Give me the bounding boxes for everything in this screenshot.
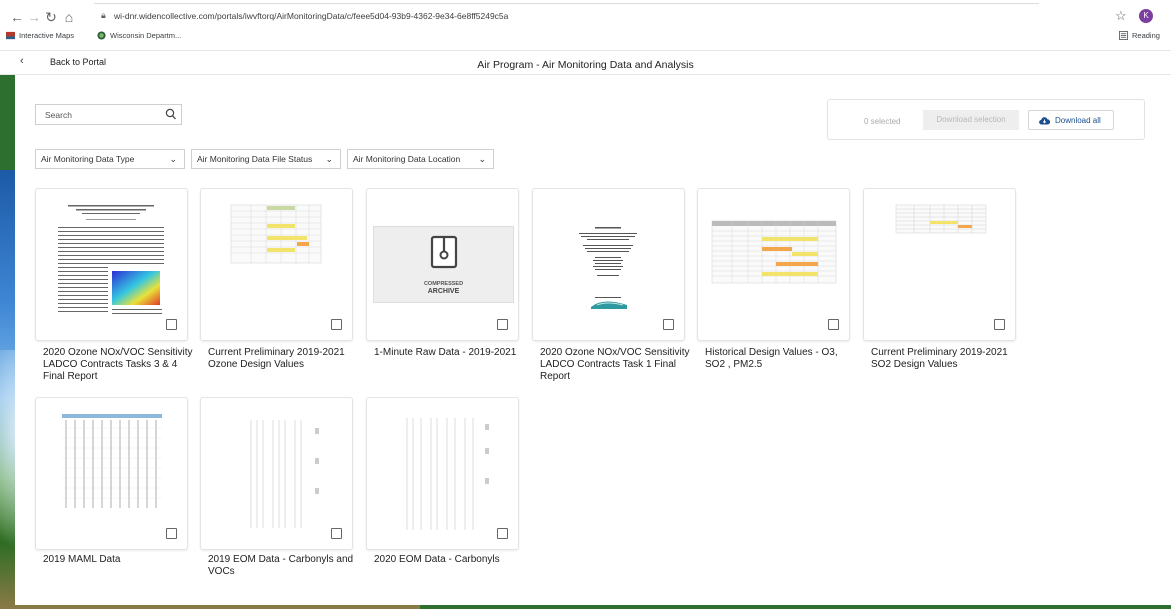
profile-avatar[interactable]: K <box>1139 9 1153 23</box>
spreadsheet-thumbnail <box>708 199 839 327</box>
asset-card[interactable]: COMPRESSED ARCHIVE <box>366 188 519 341</box>
filter-data-type[interactable]: Air Monitoring Data Type ⌄ <box>35 149 185 169</box>
bookmark-star-icon[interactable]: ☆ <box>1115 8 1127 24</box>
filter-label: Air Monitoring Data File Status <box>197 154 313 164</box>
bookmarks-bar: Interactive Maps Wisconsin Departm... Re… <box>0 31 1171 45</box>
asset-title[interactable]: 2019 EOM Data - Carbonyls and VOCs <box>208 554 363 578</box>
portal-content: 0 selected Download selection Download a… <box>15 75 1171 605</box>
lock-icon[interactable]: 🔒︎ <box>101 10 106 21</box>
select-checkbox[interactable] <box>166 528 177 539</box>
asset-title[interactable]: Historical Design Values - O3, SO2 , PM2… <box>705 347 860 371</box>
home-icon[interactable]: ⌂ <box>61 8 77 26</box>
select-checkbox[interactable] <box>497 528 508 539</box>
url-text[interactable]: wi-dnr.widencollective.com/portals/iwvft… <box>114 11 508 21</box>
select-checkbox[interactable] <box>994 319 1005 330</box>
reading-list-label: Reading <box>1132 31 1160 40</box>
download-panel: 0 selected Download selection Download a… <box>827 99 1145 140</box>
filter-label: Air Monitoring Data Type <box>41 154 135 164</box>
asset-card[interactable] <box>532 188 685 341</box>
document-thumbnail <box>46 199 177 327</box>
back-arrow-icon[interactable]: ← <box>9 8 25 26</box>
forward-arrow-icon[interactable]: → <box>26 8 42 26</box>
select-checkbox[interactable] <box>166 319 177 330</box>
select-checkbox[interactable] <box>663 319 674 330</box>
data-columns-thumbnail <box>46 408 177 536</box>
app-header: ‹ Back to Portal Air Program - Air Monit… <box>0 50 1171 75</box>
asset-card[interactable] <box>35 188 188 341</box>
asset-card[interactable] <box>863 188 1016 341</box>
select-checkbox[interactable] <box>828 319 839 330</box>
chevron-down-icon: ⌄ <box>169 154 177 164</box>
address-bar-row: ← → ↻ ⌂ 🔒︎ wi-dnr.widencollective.com/po… <box>0 3 1171 28</box>
chevron-down-icon: ⌄ <box>478 154 486 164</box>
spreadsheet-thumbnail <box>874 199 1005 327</box>
archive-label-bottom: ARCHIVE <box>427 288 460 295</box>
compressed-archive-thumbnail: COMPRESSED ARCHIVE <box>373 226 514 303</box>
cloud-download-icon <box>1039 116 1050 125</box>
search-icon[interactable] <box>165 108 177 121</box>
search-input[interactable] <box>36 105 156 125</box>
select-checkbox[interactable] <box>331 319 342 330</box>
asset-title[interactable]: 2020 EOM Data - Carbonyls <box>374 554 529 566</box>
report-cover-thumbnail <box>543 199 674 327</box>
asset-card[interactable] <box>200 188 353 341</box>
spreadsheet-thumbnail <box>211 199 342 327</box>
selected-count: 0 selected <box>864 117 901 126</box>
asset-title[interactable]: Current Preliminary 2019-2021 Ozone Desi… <box>208 347 363 371</box>
asset-title[interactable]: 2019 MAML Data <box>43 554 198 566</box>
asset-card[interactable] <box>366 397 519 550</box>
asset-title[interactable]: 1-Minute Raw Data - 2019-2021 <box>374 347 529 359</box>
reading-list[interactable]: Reading <box>1119 31 1160 40</box>
asset-card[interactable] <box>697 188 850 341</box>
asset-title[interactable]: 2020 Ozone NOx/VOC Sensitivity LADCO Con… <box>43 347 198 383</box>
filter-file-status[interactable]: Air Monitoring Data File Status ⌄ <box>191 149 341 169</box>
bookmark-wisconsin[interactable]: Wisconsin Departm... <box>97 31 181 40</box>
reload-icon[interactable]: ↻ <box>43 8 59 26</box>
tab-divider <box>94 3 1039 4</box>
page-title: Air Program - Air Monitoring Data and An… <box>477 59 694 71</box>
asset-title[interactable]: Current Preliminary 2019-2021 SO2 Design… <box>871 347 1026 371</box>
download-selection-button[interactable]: Download selection <box>923 110 1019 130</box>
search-box <box>35 104 182 125</box>
data-text-thumbnail <box>211 408 342 536</box>
download-all-button[interactable]: Download all <box>1028 110 1114 130</box>
browser-chrome: ← → ↻ ⌂ 🔒︎ wi-dnr.widencollective.com/po… <box>0 0 1171 75</box>
archive-label-top: COMPRESSED <box>423 281 464 287</box>
filter-location[interactable]: Air Monitoring Data Location ⌄ <box>347 149 494 169</box>
reading-list-icon <box>1119 31 1128 40</box>
download-all-label: Download all <box>1055 115 1101 125</box>
bookmark-interactive-maps[interactable]: Interactive Maps <box>6 31 74 40</box>
select-checkbox[interactable] <box>331 528 342 539</box>
select-checkbox[interactable] <box>497 319 508 330</box>
bookmark-label: Wisconsin Departm... <box>110 31 182 40</box>
map-marker-icon <box>6 31 15 40</box>
chevron-down-icon: ⌄ <box>325 154 333 164</box>
data-text-thumbnail <box>377 408 508 536</box>
asset-title[interactable]: 2020 Ozone NOx/VOC Sensitivity LADCO Con… <box>540 347 695 383</box>
globe-icon <box>97 31 106 40</box>
filter-label: Air Monitoring Data Location <box>353 154 461 164</box>
asset-card[interactable] <box>35 397 188 550</box>
bookmark-label: Interactive Maps <box>19 31 75 40</box>
asset-card[interactable] <box>200 397 353 550</box>
